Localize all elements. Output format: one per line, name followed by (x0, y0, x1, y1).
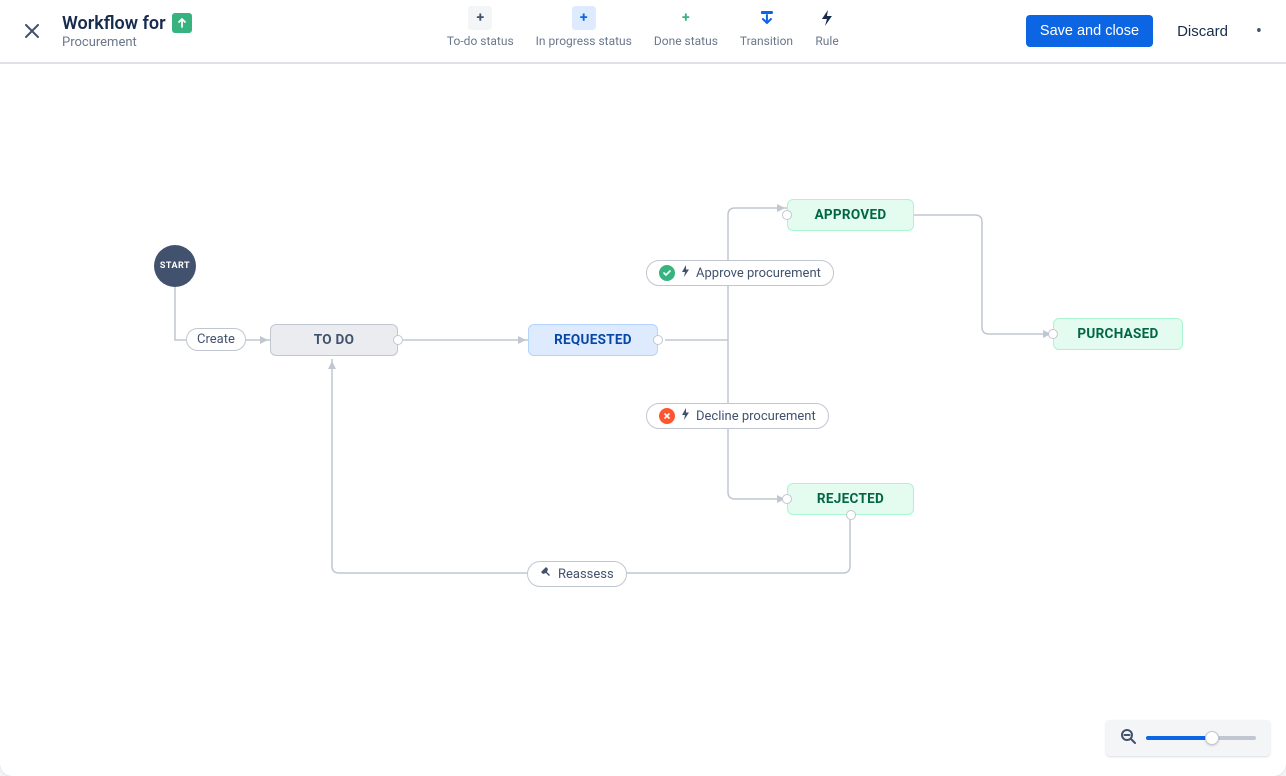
zoom-slider[interactable] (1146, 736, 1256, 740)
status-node-purchased[interactable]: PURCHASED (1053, 318, 1183, 350)
port-icon (846, 510, 856, 520)
add-done-status-button[interactable]: + Done status (654, 6, 718, 48)
status-node-requested[interactable]: REQUESTED (528, 324, 658, 356)
toolbar-label: Transition (740, 34, 793, 48)
transition-approve[interactable]: Approve procurement (646, 260, 834, 286)
toolbar-label: To-do status (447, 34, 514, 48)
toolbar-label: In progress status (536, 34, 632, 48)
discard-button[interactable]: Discard (1171, 22, 1234, 41)
add-rule-button[interactable]: Rule (815, 6, 839, 48)
port-icon (782, 210, 792, 220)
bolt-icon (681, 408, 690, 424)
page-title: Workflow for (62, 13, 192, 34)
transition-label: Decline procurement (696, 409, 816, 424)
port-icon (653, 335, 663, 345)
page-subtitle: Procurement (62, 35, 192, 50)
toolbar: + To-do status + In progress status + Do… (447, 6, 839, 48)
status-node-todo[interactable]: TO DO (270, 324, 398, 356)
status-label: TO DO (314, 332, 354, 348)
save-button[interactable]: Save and close (1026, 15, 1153, 47)
plus-icon: + (674, 6, 698, 30)
port-icon (393, 335, 403, 345)
start-label: START (160, 261, 190, 271)
add-todo-status-button[interactable]: + To-do status (447, 6, 514, 48)
plus-icon: + (468, 6, 492, 30)
status-node-rejected[interactable]: REJECTED (787, 483, 914, 515)
more-menu-button[interactable]: • (1252, 17, 1266, 46)
workflow-canvas[interactable]: START Create TO DO REQUESTED APPROVED RE… (0, 66, 1286, 776)
zoom-out-icon[interactable] (1120, 728, 1136, 748)
check-circle-icon (659, 265, 675, 281)
status-node-approved[interactable]: APPROVED (787, 199, 914, 231)
toolbar-label: Done status (654, 34, 718, 48)
status-label: REJECTED (817, 491, 884, 507)
transition-label: Reassess (558, 567, 614, 582)
status-label: PURCHASED (1077, 326, 1158, 342)
close-icon[interactable] (20, 19, 44, 43)
zoom-thumb[interactable] (1205, 731, 1219, 745)
transition-reassess[interactable]: Reassess (527, 561, 627, 587)
transition-decline[interactable]: Decline procurement (646, 403, 829, 429)
status-label: APPROVED (815, 207, 887, 223)
status-label: REQUESTED (554, 332, 632, 348)
bolt-icon (815, 6, 839, 30)
transition-label: Approve procurement (696, 266, 821, 281)
add-transition-button[interactable]: Transition (740, 6, 793, 48)
port-icon (782, 494, 792, 504)
transition-icon (754, 6, 778, 30)
transition-create[interactable]: Create (186, 328, 246, 351)
zoom-control (1106, 720, 1270, 756)
plus-icon: + (572, 6, 596, 30)
pin-icon (540, 566, 552, 582)
port-icon (1048, 329, 1058, 339)
title-text: Workflow for (62, 13, 166, 34)
x-circle-icon (659, 408, 675, 424)
add-inprogress-status-button[interactable]: + In progress status (536, 6, 632, 48)
bolt-icon (681, 265, 690, 281)
header: Workflow for Procurement + To-do status … (0, 0, 1286, 64)
workflow-type-icon (172, 13, 192, 33)
edges-layer (0, 66, 1286, 776)
transition-label: Create (197, 332, 235, 347)
start-node[interactable]: START (154, 245, 196, 287)
title-block: Workflow for Procurement (62, 13, 192, 50)
header-actions: Save and close Discard • (1026, 15, 1266, 47)
toolbar-label: Rule (815, 34, 838, 48)
